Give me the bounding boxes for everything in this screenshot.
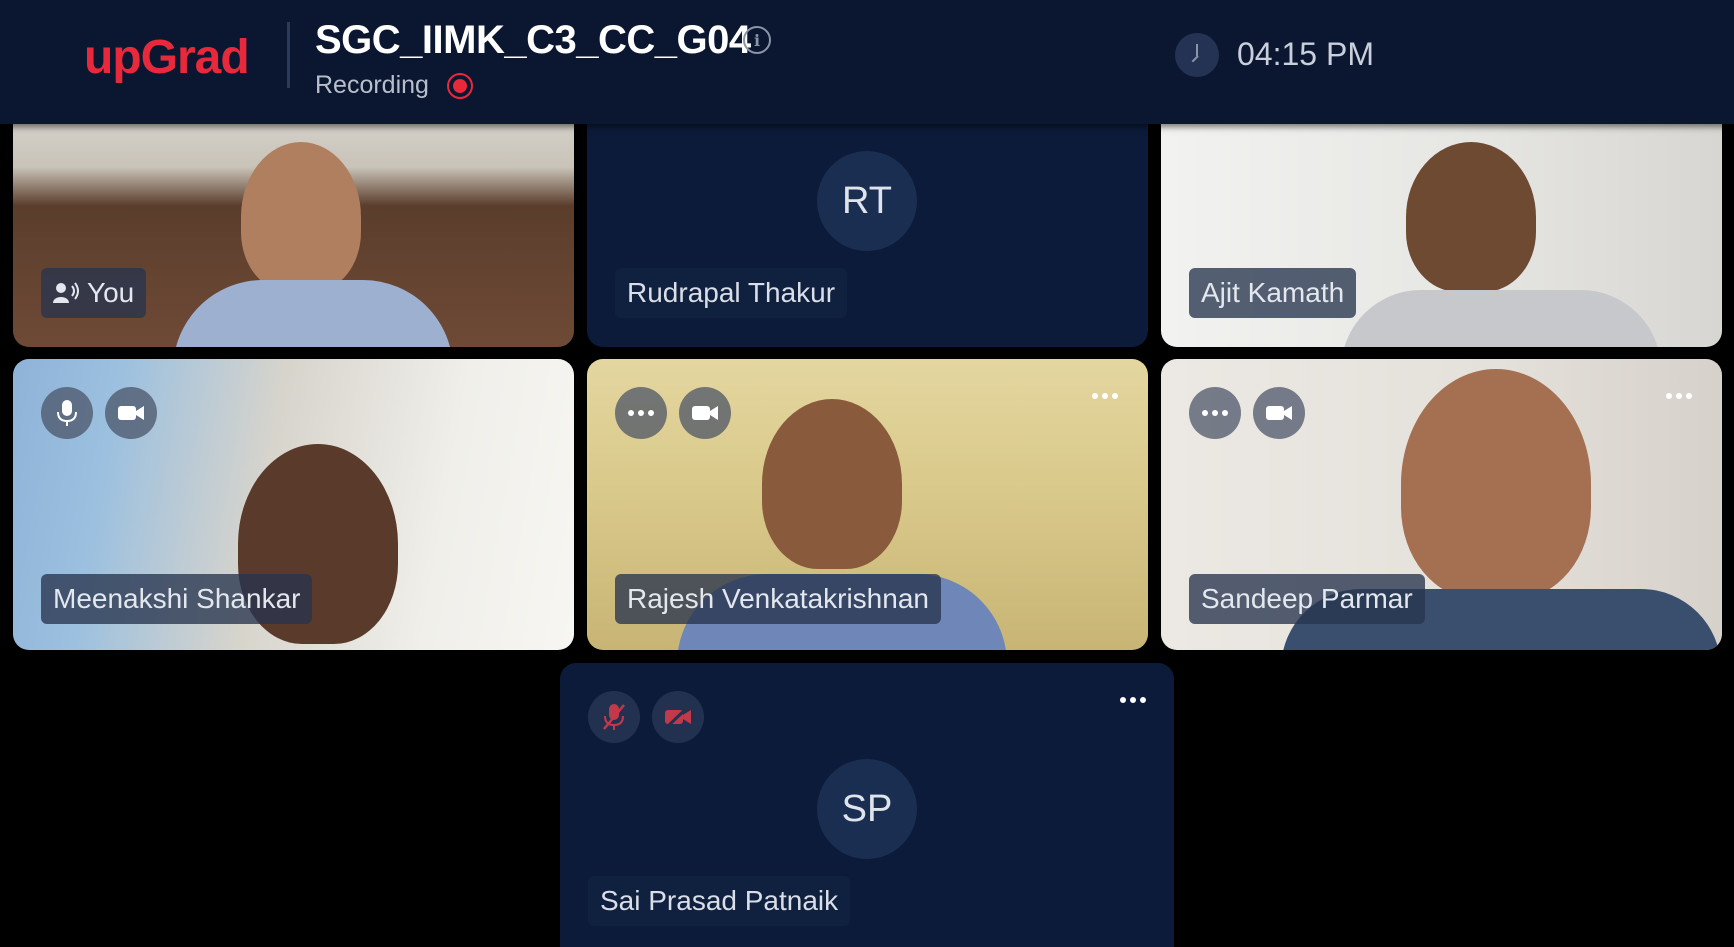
more-options-button[interactable] xyxy=(615,387,667,439)
microphone-muted-icon xyxy=(603,704,625,730)
camera-icon xyxy=(692,406,718,420)
participant-name-tag: Sai Prasad Patnaik xyxy=(588,876,851,926)
speaker-icon xyxy=(53,282,79,303)
more-options-icon xyxy=(1092,393,1118,399)
more-options-button[interactable] xyxy=(1189,387,1241,439)
camera-button[interactable] xyxy=(105,387,157,439)
participant-tile-ajit-kamath[interactable]: Ajit Kamath xyxy=(1161,90,1722,347)
participant-name-tag: Rajesh Venkatakrishnan xyxy=(615,574,941,624)
camera-icon xyxy=(1266,406,1292,420)
participant-video-body xyxy=(173,280,453,347)
participant-tile-sandeep-parmar[interactable]: Sandeep Parmar xyxy=(1161,359,1722,650)
recording-dot-icon xyxy=(447,73,473,99)
microphone-icon xyxy=(57,400,77,426)
more-options-icon xyxy=(1120,697,1146,703)
participant-tile-sai-prasad-patnaik[interactable]: SP Sai Prasad Patnaik xyxy=(560,663,1174,947)
participant-name-tag: You xyxy=(41,268,147,318)
more-options-icon xyxy=(1666,393,1692,399)
meeting-time: 04:15 PM xyxy=(1237,36,1374,72)
participant-video xyxy=(1406,142,1536,292)
participant-name-tag: Sandeep Parmar xyxy=(1189,574,1425,624)
camera-button[interactable] xyxy=(1253,387,1305,439)
participant-video-body xyxy=(1341,290,1661,347)
tile-menu-button[interactable] xyxy=(1092,393,1118,399)
participant-video xyxy=(762,399,902,569)
tile-menu-button[interactable] xyxy=(1120,697,1146,703)
avatar: RT xyxy=(817,151,917,251)
participant-tile-rajesh-venkatakrishnan[interactable]: Rajesh Venkatakrishnan xyxy=(587,359,1148,650)
participant-tile-meenakshi-shankar[interactable]: Meenakshi Shankar xyxy=(13,359,574,650)
participant-video xyxy=(241,142,361,292)
header-divider xyxy=(287,22,290,88)
upgrad-logo: upGrad xyxy=(84,31,250,84)
participant-video xyxy=(1401,369,1591,599)
microphone-button[interactable] xyxy=(41,387,93,439)
recording-label: Recording xyxy=(315,71,429,99)
participant-name-tag: Ajit Kamath xyxy=(1189,268,1357,318)
participant-tile-rudrapal-thakur[interactable]: RT Rudrapal Thakur xyxy=(587,90,1148,347)
camera-off-button[interactable] xyxy=(652,691,704,743)
camera-icon xyxy=(118,406,144,420)
clock-icon xyxy=(1175,33,1219,77)
participant-name-tag: Rudrapal Thakur xyxy=(615,268,848,318)
tile-menu-button[interactable] xyxy=(1666,393,1692,399)
microphone-muted-button[interactable] xyxy=(588,691,640,743)
info-icon[interactable]: i xyxy=(743,26,771,54)
meeting-header: upGrad SGC_IIMK_C3_CC_G04 i Recording 04… xyxy=(0,0,1734,124)
more-options-icon xyxy=(1202,410,1228,416)
participant-name-tag: Meenakshi Shankar xyxy=(41,574,313,624)
more-options-icon xyxy=(628,410,654,416)
avatar: SP xyxy=(817,759,917,859)
meeting-title: SGC_IIMK_C3_CC_G04 xyxy=(315,18,751,62)
participant-tile-you[interactable]: You xyxy=(13,90,574,347)
camera-button[interactable] xyxy=(679,387,731,439)
camera-off-icon xyxy=(665,706,691,728)
